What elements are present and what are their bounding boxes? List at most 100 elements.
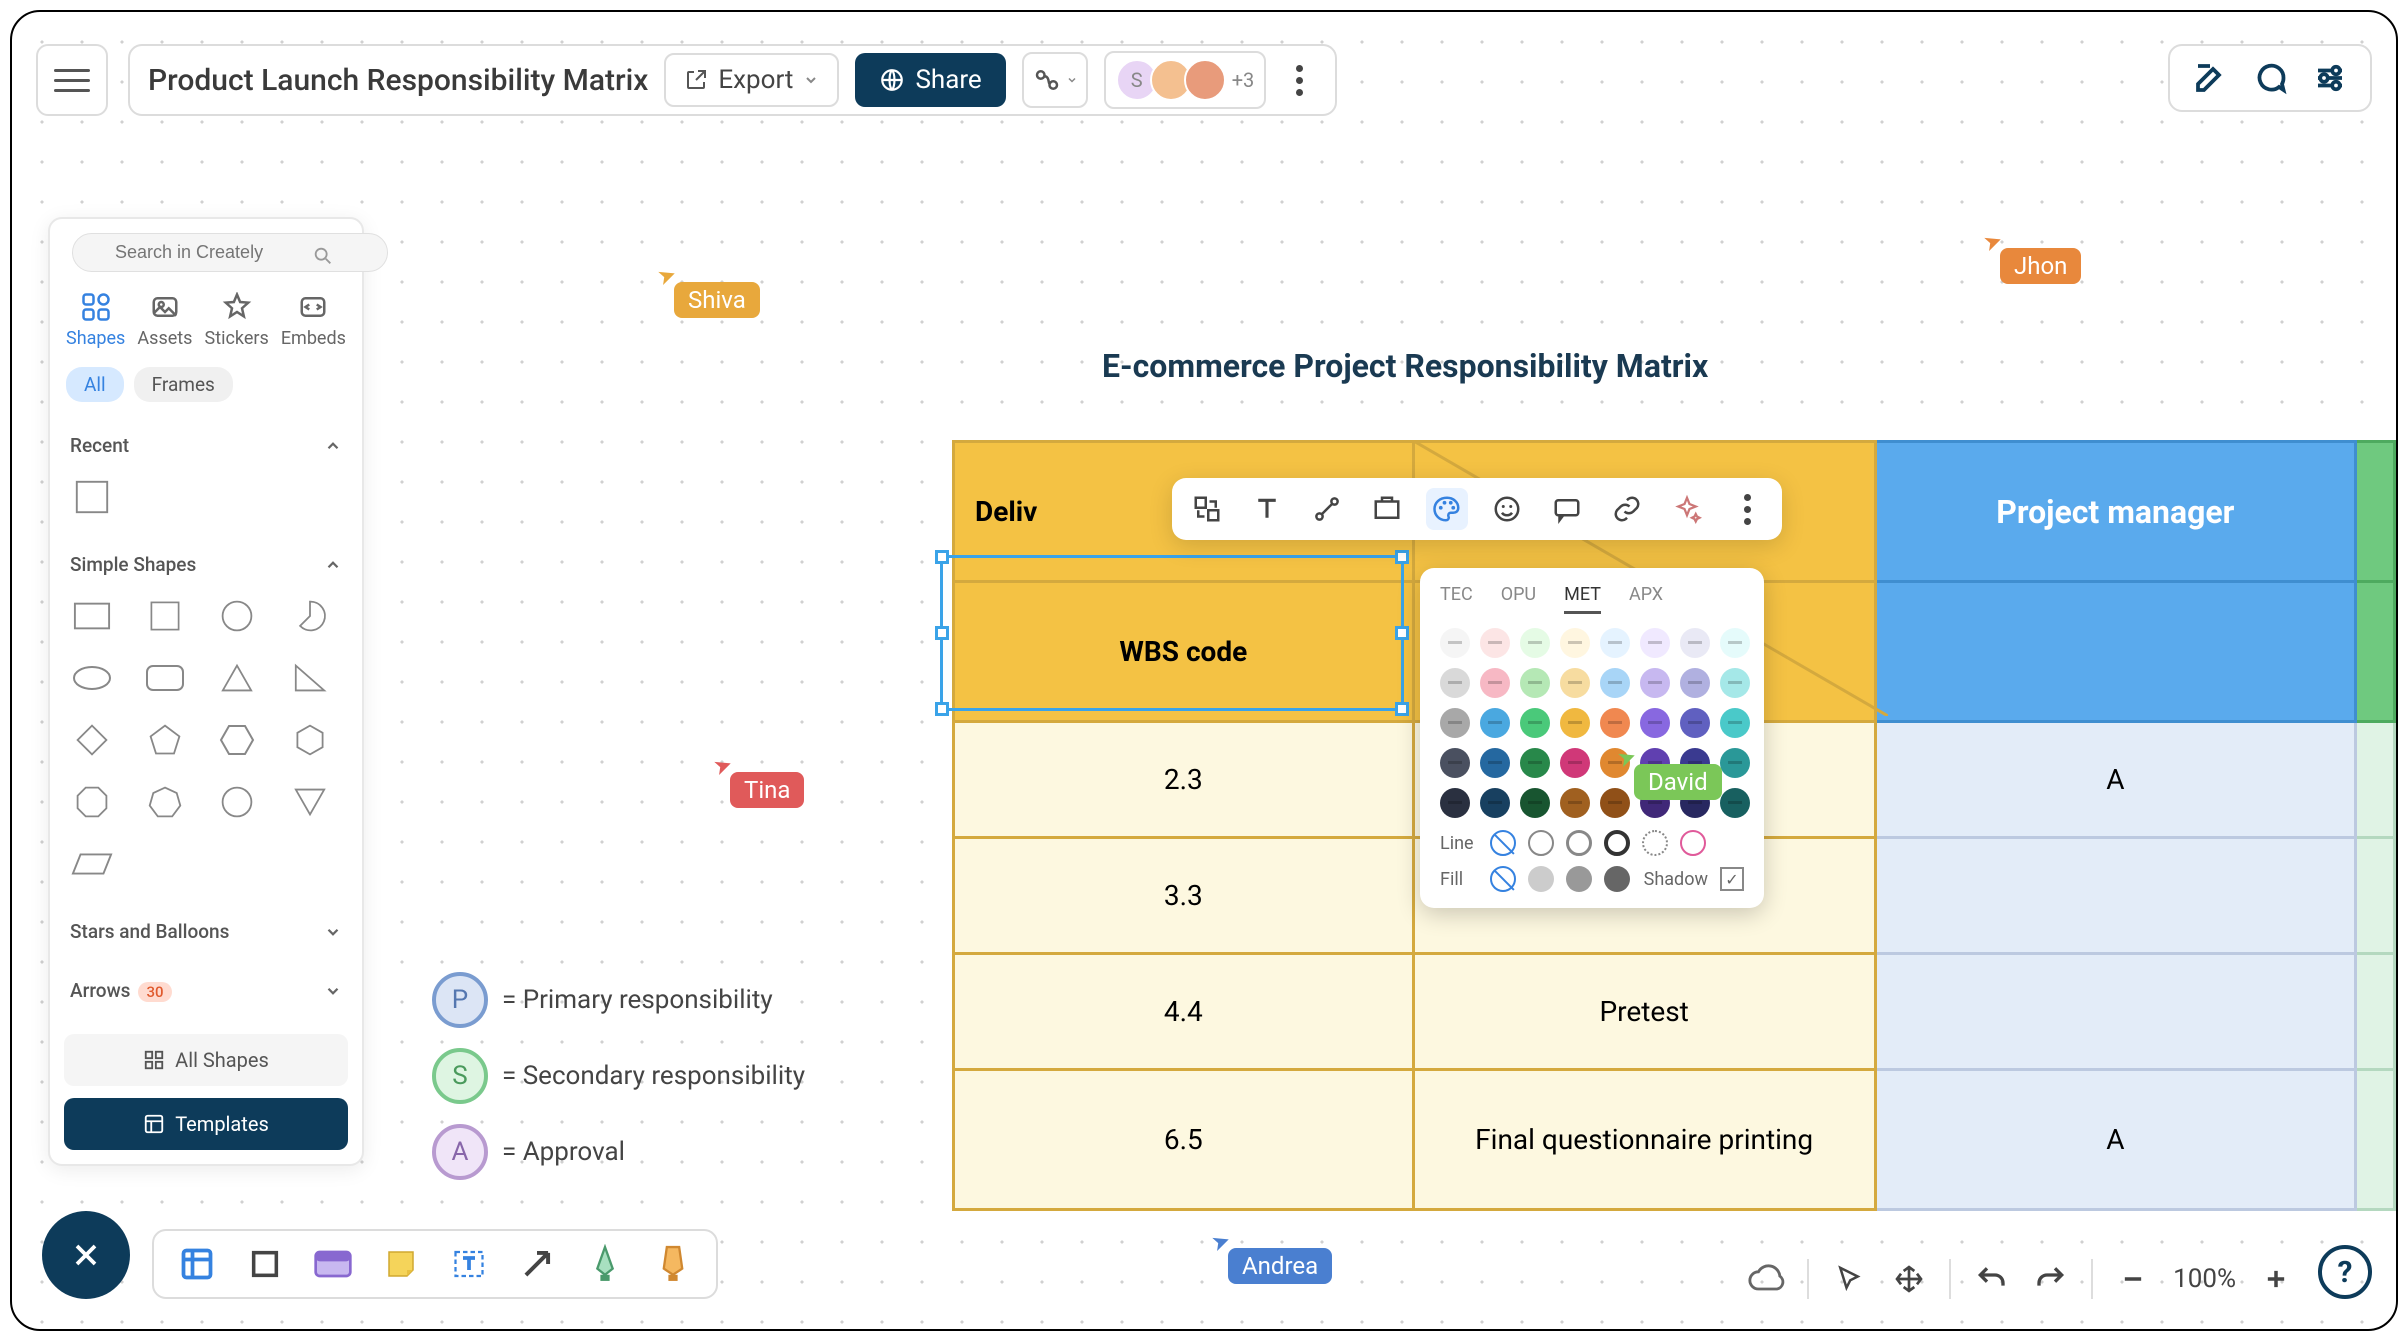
comment-icon[interactable]: [1546, 488, 1588, 530]
more-menu[interactable]: [1282, 65, 1317, 96]
line-none[interactable]: [1490, 830, 1516, 856]
color-swatch[interactable]: [1560, 668, 1590, 698]
shape-hexagon[interactable]: [215, 718, 259, 762]
table-cell[interactable]: [1875, 838, 2355, 954]
shape-rounded-rect[interactable]: [143, 656, 187, 700]
shape-diamond[interactable]: [70, 718, 114, 762]
all-shapes-button[interactable]: All Shapes: [64, 1034, 348, 1086]
line-thick[interactable]: [1604, 830, 1630, 856]
search-input[interactable]: [72, 233, 388, 272]
shape-square[interactable]: [70, 475, 114, 519]
table-cell[interactable]: Final questionnaire printing: [1413, 1070, 1875, 1210]
table-cell[interactable]: Pretest: [1413, 954, 1875, 1070]
color-swatch[interactable]: [1720, 628, 1750, 658]
line-dotted[interactable]: [1642, 830, 1668, 856]
table-cell[interactable]: 4.4: [954, 954, 1414, 1070]
color-swatch[interactable]: [1560, 748, 1590, 778]
shape-circle[interactable]: [215, 594, 259, 638]
avatar-more-count[interactable]: +3: [1232, 68, 1255, 92]
color-swatch[interactable]: [1480, 748, 1510, 778]
shape-hexagon2[interactable]: [288, 718, 332, 762]
shape-inverted-triangle[interactable]: [288, 780, 332, 824]
color-swatch[interactable]: [1640, 668, 1670, 698]
templates-button[interactable]: Templates: [64, 1098, 348, 1150]
tab-stickers[interactable]: Stickers: [205, 292, 269, 349]
share-button[interactable]: Share: [855, 53, 1005, 107]
shape-pentagon[interactable]: [143, 718, 187, 762]
color-swatch[interactable]: [1680, 628, 1710, 658]
selection-box[interactable]: [940, 555, 1404, 711]
col-extra[interactable]: [2355, 442, 2394, 582]
color-swatch[interactable]: [1480, 668, 1510, 698]
tab-shapes[interactable]: Shapes: [66, 292, 125, 349]
color-swatch[interactable]: [1440, 748, 1470, 778]
color-swatch[interactable]: [1440, 708, 1470, 738]
color-swatch[interactable]: [1600, 708, 1630, 738]
color-swatch[interactable]: [1520, 708, 1550, 738]
text-tool[interactable]: [446, 1241, 492, 1287]
fill-none[interactable]: [1490, 866, 1516, 892]
color-swatch[interactable]: [1560, 788, 1590, 818]
table-cell[interactable]: [2355, 1070, 2394, 1210]
line-icon[interactable]: [1306, 488, 1348, 530]
edit-button[interactable]: [2188, 56, 2232, 100]
frame-tool[interactable]: [174, 1241, 220, 1287]
color-tab-apx[interactable]: APX: [1629, 584, 1663, 614]
fill-light[interactable]: [1528, 866, 1554, 892]
hamburger-menu[interactable]: [36, 44, 108, 116]
color-swatch[interactable]: [1560, 628, 1590, 658]
export-button[interactable]: Export: [664, 53, 839, 107]
zoom-level[interactable]: 100%: [2173, 1264, 2236, 1294]
color-swatch[interactable]: [1680, 708, 1710, 738]
table-cell[interactable]: [2355, 838, 2394, 954]
filter-all[interactable]: All: [66, 367, 124, 402]
color-swatch[interactable]: [1480, 788, 1510, 818]
shape-heptagon[interactable]: [143, 780, 187, 824]
color-swatch[interactable]: [1600, 628, 1630, 658]
text-icon[interactable]: [1246, 488, 1288, 530]
frame-icon[interactable]: [1366, 488, 1408, 530]
shape-right-triangle[interactable]: [288, 656, 332, 700]
cloud-sync-icon[interactable]: [1747, 1259, 1787, 1299]
line-pink[interactable]: [1680, 830, 1706, 856]
col-pm[interactable]: Project manager: [1875, 442, 2355, 582]
undo-button[interactable]: [1971, 1259, 2011, 1299]
color-swatch[interactable]: [1680, 668, 1710, 698]
comment-button[interactable]: [2248, 56, 2292, 100]
table-cell[interactable]: [2355, 722, 2394, 838]
line-thin[interactable]: [1528, 830, 1554, 856]
document-title[interactable]: Product Launch Responsibility Matrix: [148, 63, 648, 98]
shape-pie[interactable]: [288, 594, 332, 638]
shape-square[interactable]: [143, 594, 187, 638]
shape-ellipse[interactable]: [70, 656, 114, 700]
shape-triangle[interactable]: [215, 656, 259, 700]
fill-dark[interactable]: [1604, 866, 1630, 892]
filter-frames[interactable]: Frames: [134, 367, 233, 402]
arrow-tool[interactable]: [514, 1241, 560, 1287]
shape-circle2[interactable]: [215, 780, 259, 824]
color-swatch[interactable]: [1720, 788, 1750, 818]
search-icon[interactable]: [312, 245, 334, 267]
color-swatch[interactable]: [1520, 788, 1550, 818]
table-cell[interactable]: 3.3: [954, 838, 1414, 954]
sticky-tool[interactable]: [378, 1241, 424, 1287]
color-swatch[interactable]: [1720, 668, 1750, 698]
table-cell[interactable]: A: [1875, 722, 2355, 838]
close-fab[interactable]: [42, 1211, 130, 1299]
flow-button[interactable]: [1022, 52, 1088, 108]
color-swatch[interactable]: [1440, 788, 1470, 818]
tab-embeds[interactable]: Embeds: [281, 292, 346, 349]
section-stars[interactable]: Stars and Balloons: [70, 910, 342, 953]
color-swatch[interactable]: [1480, 708, 1510, 738]
color-tab-opu[interactable]: OPU: [1501, 584, 1536, 614]
rect-tool[interactable]: [242, 1241, 288, 1287]
zoom-in[interactable]: [2256, 1259, 2296, 1299]
settings-button[interactable]: [2308, 56, 2352, 100]
link-icon[interactable]: [1606, 488, 1648, 530]
shape-octagon[interactable]: [70, 780, 114, 824]
sparkle-icon[interactable]: [1666, 488, 1708, 530]
color-tab-met[interactable]: MET: [1564, 584, 1601, 614]
tab-assets[interactable]: Assets: [137, 292, 192, 349]
color-swatch[interactable]: [1600, 788, 1630, 818]
color-swatch[interactable]: [1440, 668, 1470, 698]
